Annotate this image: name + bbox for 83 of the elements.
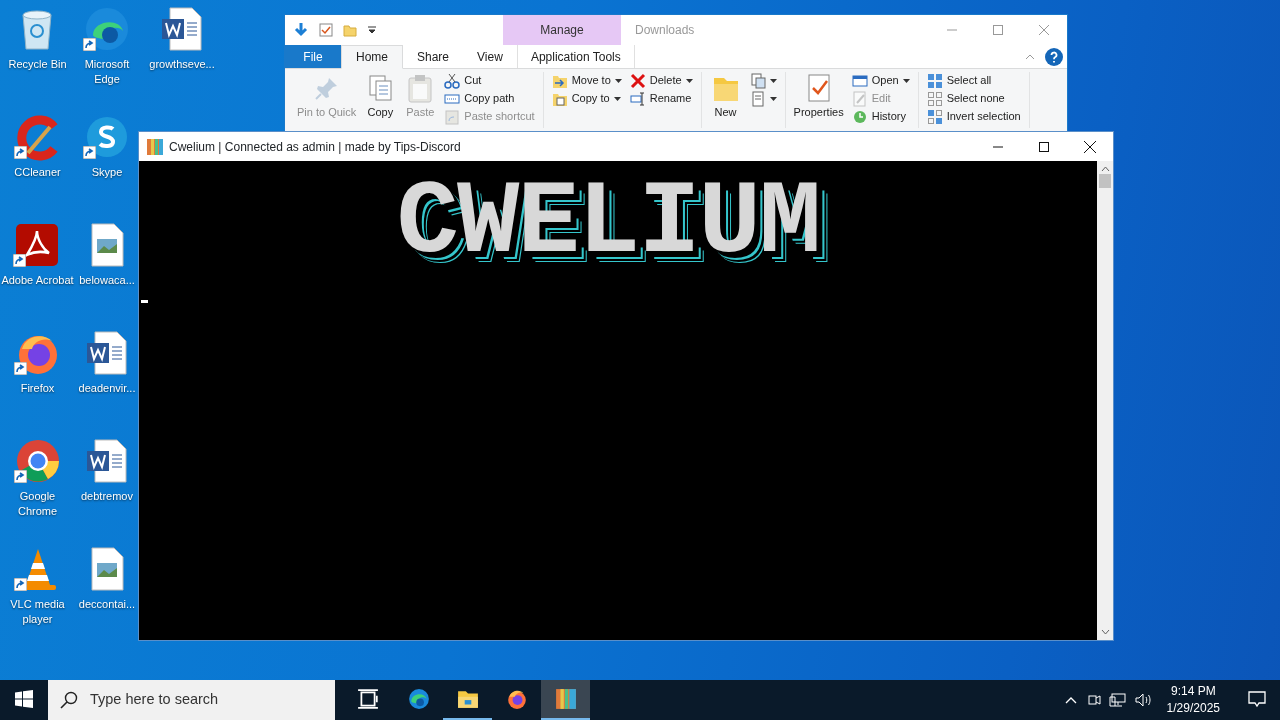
desktop-icon[interactable]: Google Chrome <box>1 437 74 519</box>
ribbon-button[interactable]: Rename <box>627 90 695 107</box>
ribbon-tab[interactable]: Home <box>341 45 403 69</box>
scissors-icon <box>444 72 461 89</box>
desktop-icon[interactable]: Microsoft Edge <box>75 5 139 87</box>
scroll-up-icon[interactable] <box>1100 166 1110 172</box>
ribbon-button[interactable]: Properties <box>791 72 846 119</box>
ribbon-button[interactable]: Copy path <box>442 90 537 107</box>
edge-icon <box>83 5 131 53</box>
ribbon-button[interactable]: Cut <box>442 72 537 89</box>
ribbon-button[interactable]: Select all <box>924 72 1023 89</box>
delete-icon <box>629 72 646 89</box>
close-icon <box>1084 140 1096 153</box>
context-tab-header: Manage <box>503 15 621 45</box>
ribbon-button[interactable]: Invert selection <box>924 108 1023 125</box>
firefox-icon <box>505 688 528 710</box>
clipboard-icon <box>444 108 461 125</box>
desktop-icon[interactable]: Recycle Bin <box>8 5 67 72</box>
ribbon-button[interactable]: History <box>849 108 912 125</box>
desktop-icon[interactable]: Firefox <box>13 329 62 396</box>
task-view-icon <box>356 688 379 710</box>
desktop-icon[interactable]: deadenvir... <box>78 329 136 396</box>
folder-icon <box>456 688 479 710</box>
ribbon-button[interactable]: Copy to <box>549 90 624 107</box>
shortcut-arrow-icon <box>83 38 96 52</box>
volume-icon[interactable] <box>1134 692 1153 708</box>
invert-selection-icon <box>926 108 943 125</box>
ribbon-tab[interactable]: View <box>463 45 517 68</box>
window-icon <box>851 72 868 89</box>
network-icon[interactable] <box>1108 692 1127 708</box>
show-hidden-icons-icon[interactable] <box>1064 696 1077 704</box>
search-field[interactable]: Type here to search <box>48 680 335 720</box>
help-icon[interactable] <box>1045 47 1063 66</box>
maximize-icon <box>1039 141 1049 152</box>
close-icon <box>1039 25 1049 35</box>
shortcut-arrow-icon <box>13 362 27 376</box>
edge-icon <box>407 688 430 710</box>
app-icon <box>554 688 577 710</box>
desktop-icon[interactable]: debtremov <box>81 437 133 504</box>
select-all-icon <box>926 72 943 89</box>
shortcut-arrow-icon <box>13 254 27 268</box>
desktop-icon[interactable]: Skype <box>83 113 131 180</box>
desktop-icon[interactable]: deccontai... <box>78 545 136 612</box>
ribbon-button[interactable]: Move to <box>549 72 624 89</box>
new-item-icon <box>749 72 766 89</box>
maximize-icon <box>993 25 1003 35</box>
document-icon <box>749 90 766 107</box>
download-icon[interactable] <box>293 22 309 38</box>
shortcut-arrow-icon <box>13 146 27 160</box>
desktop-icon[interactable]: Adobe Acrobat <box>1 221 74 288</box>
collapse-ribbon-icon[interactable] <box>1025 53 1035 60</box>
ribbon-button[interactable]: Delete <box>627 72 695 89</box>
desktop-icon[interactable]: belowaca... <box>79 221 135 288</box>
window-title: Downloads <box>634 22 695 39</box>
app-icon <box>147 138 163 155</box>
window-title: Cwelium | Connected as admin | made by Tips-Discord <box>169 138 461 156</box>
text-cursor <box>141 300 148 303</box>
scroll-thumb[interactable] <box>1099 174 1111 188</box>
clock-icon <box>851 108 868 125</box>
desktop-icon[interactable]: growthseve... <box>149 5 215 72</box>
desktop-icon[interactable]: VLC media player <box>1 545 74 627</box>
ribbon-button[interactable]: Copy <box>362 72 399 119</box>
search-icon <box>60 691 78 709</box>
shortcut-arrow-icon <box>83 146 96 160</box>
ribbon-button[interactable]: Open <box>849 72 912 89</box>
windows-logo-icon <box>15 690 33 708</box>
shortcut-arrow-icon <box>13 578 27 592</box>
shortcut-arrow-icon <box>13 470 27 484</box>
edit-icon <box>851 90 868 107</box>
scrollbar[interactable] <box>1097 161 1113 640</box>
desktop-icon[interactable]: CCleaner <box>13 113 62 180</box>
select-none-icon <box>926 90 943 107</box>
ribbon-tab[interactable]: Share <box>403 45 464 68</box>
ribbon-button[interactable]: New <box>707 72 744 119</box>
dropdown-caret-icon[interactable] <box>367 26 377 34</box>
scroll-down-icon[interactable] <box>1100 629 1110 635</box>
ribbon-button[interactable]: Select none <box>924 90 1023 107</box>
ribbon-tab[interactable]: Application Tools <box>516 45 635 68</box>
rename-icon <box>629 90 646 107</box>
ribbon-tab[interactable]: File <box>285 45 341 68</box>
clock[interactable]: 9:14 PM 1/29/2025 <box>1160 683 1226 717</box>
notification-icon <box>1247 689 1267 709</box>
properties-icon[interactable] <box>319 23 333 37</box>
